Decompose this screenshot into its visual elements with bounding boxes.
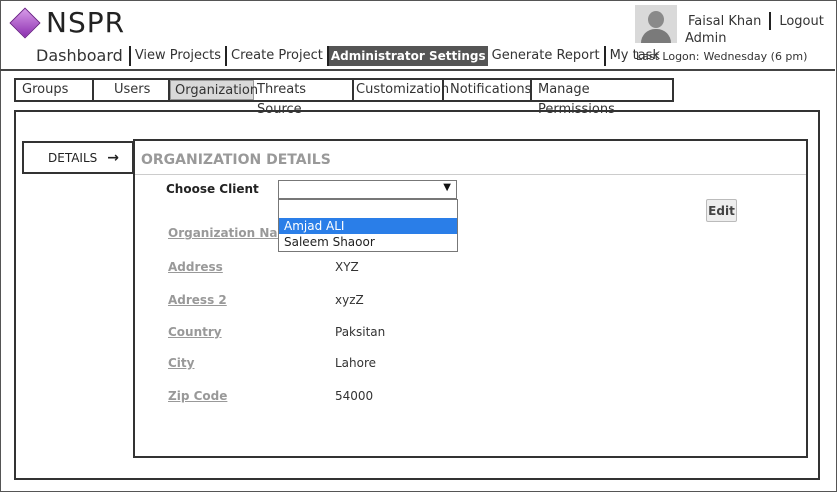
avatar	[635, 5, 677, 43]
nav-create-project[interactable]: Create Project	[227, 46, 327, 66]
field-label-city: City	[168, 356, 195, 370]
field-value-city: Lahore	[335, 356, 377, 370]
settings-tabs: Groups Users Organization Threats Source…	[14, 78, 674, 117]
client-select[interactable]: ▼	[278, 180, 457, 199]
divider	[769, 12, 772, 30]
field-value-address-2: xyzZ	[335, 293, 364, 307]
avatar-head-icon	[648, 11, 664, 28]
tab-threats-source[interactable]: Threats Source	[254, 80, 354, 117]
user-role: Admin	[685, 31, 727, 46]
tab-groups[interactable]: Groups	[16, 80, 94, 100]
user-line: Faisal Khan Logout	[688, 12, 824, 30]
tab-users[interactable]: Users	[94, 80, 170, 100]
dropdown-arrow-icon: ▼	[443, 182, 451, 193]
dropdown-option-saleem-shaoor[interactable]: Saleem Shaoor	[279, 234, 457, 250]
panel-title: ORGANIZATION DETAILS	[141, 152, 331, 168]
details-tab-label: DETAILS	[48, 150, 98, 165]
logout-link[interactable]: Logout	[779, 14, 824, 29]
nav-my-task[interactable]: My task	[606, 46, 664, 66]
field-label-zip-code: Zip Code	[168, 389, 228, 403]
dropdown-option-amjad-ali[interactable]: Amjad ALI	[279, 218, 457, 234]
nav-administrator-settings[interactable]: Administrator Settings	[328, 46, 488, 66]
tab-customization[interactable]: Customization	[354, 80, 449, 100]
dropdown-blank-option[interactable]	[279, 200, 457, 218]
field-label-country: Country	[168, 325, 222, 339]
tab-organization[interactable]: Organization	[170, 80, 258, 100]
field-value-zip-code: 54000	[335, 389, 374, 403]
logo: NSPR	[8, 6, 125, 39]
logo-diamond-icon	[9, 6, 41, 39]
choose-client-label: Choose Client	[166, 182, 259, 196]
last-logon-value: Wednesday (6 pm)	[703, 50, 808, 63]
tab-manage-permissions[interactable]: Manage Permissions	[532, 80, 672, 117]
field-label-address: Address	[168, 260, 223, 274]
main-nav: Dashboard View Projects Create Project A…	[30, 46, 664, 66]
field-label-address-2: Adress 2	[168, 293, 227, 307]
header-rule	[0, 69, 835, 71]
field-value-country: Paksitan	[335, 325, 386, 339]
arrow-right-icon: →	[107, 149, 120, 166]
client-dropdown-list: Amjad ALI Saleem Shaoor	[278, 199, 458, 252]
user-name: Faisal Khan	[688, 13, 762, 29]
edit-button[interactable]: Edit	[706, 199, 737, 222]
tab-notifications[interactable]: Notifications	[444, 80, 532, 100]
nav-view-projects[interactable]: View Projects	[131, 46, 225, 66]
divider	[135, 174, 806, 175]
nav-dashboard[interactable]: Dashboard	[30, 46, 129, 66]
logo-text: NSPR	[46, 6, 126, 39]
nav-generate-report[interactable]: Generate Report	[488, 46, 604, 66]
avatar-body-icon	[641, 29, 671, 43]
details-tab[interactable]: DETAILS →	[22, 141, 134, 174]
field-value-address: XYZ	[335, 260, 359, 274]
